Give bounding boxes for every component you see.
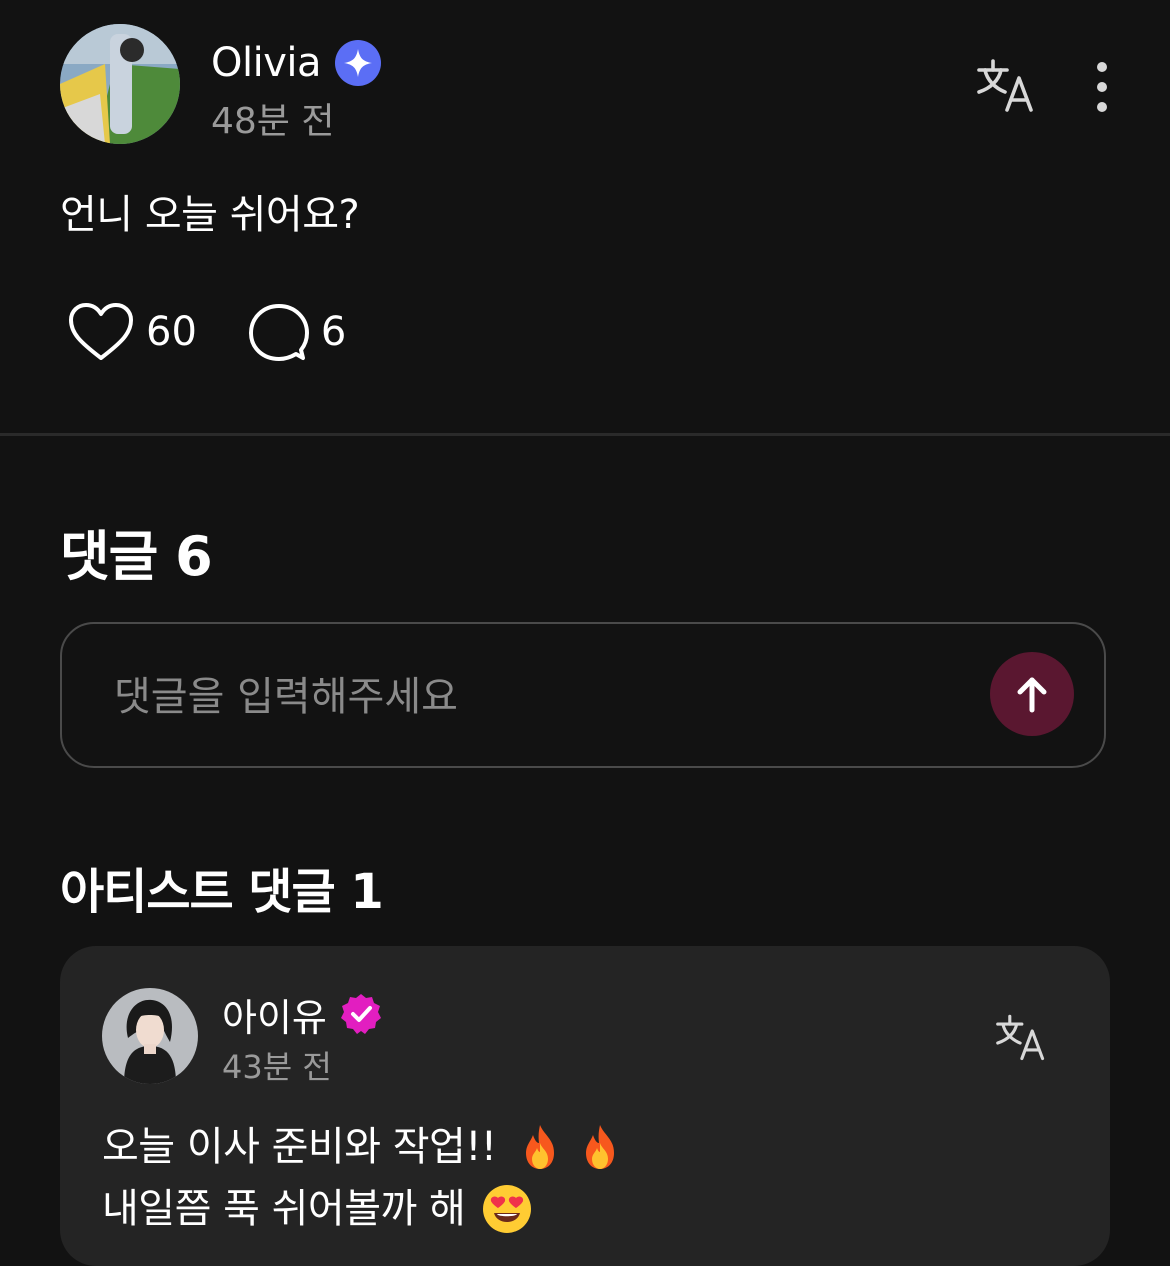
artist-author-block: 아이유 43분 전 <box>222 990 383 1088</box>
comments-title: 댓글 6 <box>60 525 213 588</box>
section-divider <box>0 433 1170 436</box>
like-button[interactable]: 60 <box>66 300 197 364</box>
author-name[interactable]: Olivia <box>211 40 322 86</box>
comment-input-box <box>60 622 1106 768</box>
artist-comments-title: 아티스트 댓글 1 <box>60 864 384 920</box>
comment-input[interactable] <box>112 664 916 730</box>
artist-translate-button[interactable] <box>994 1012 1048 1062</box>
send-comment-button[interactable] <box>990 652 1074 736</box>
sparkle-badge-icon <box>335 40 382 86</box>
post-body: 언니 오늘 쉬어요? <box>60 192 360 238</box>
comment-bubble-icon <box>248 304 309 361</box>
artist-name[interactable]: 아이유 <box>222 987 327 1042</box>
more-options-button[interactable] <box>1086 60 1116 114</box>
author-avatar[interactable] <box>60 24 180 144</box>
post-actions: 60 6 <box>66 300 346 364</box>
translate-icon <box>996 1014 1045 1061</box>
fire-emoji-icon <box>526 1125 555 1169</box>
comment-line-1: 오늘 이사 준비와 작업!! <box>102 1116 626 1178</box>
artist-comment-time: 43분 전 <box>222 1048 332 1086</box>
heart-icon <box>69 303 133 360</box>
comment-line-1-text: 오늘 이사 준비와 작업!! <box>102 1124 497 1170</box>
artist-photo-icon <box>102 988 198 1084</box>
comment-count: 6 <box>320 309 347 355</box>
artist-comment-card[interactable]: 아이유 43분 전 오늘 이사 준비와 작업!! 내일쯤 푹 쉬어볼까 해 <box>60 946 1110 1266</box>
heart-eyes-emoji-icon <box>483 1185 532 1233</box>
comment-line-2-text: 내일쯤 푹 쉬어볼까 해 <box>102 1186 466 1232</box>
author-block: Olivia 48분 전 <box>211 38 382 144</box>
translate-button[interactable] <box>975 56 1037 114</box>
like-count: 60 <box>146 309 197 355</box>
post-header: Olivia 48분 전 <box>60 24 1120 146</box>
more-vertical-icon <box>1097 62 1107 112</box>
check-badge-icon <box>340 994 381 1034</box>
arrow-up-icon <box>1017 677 1047 713</box>
fire-emoji-icon <box>586 1125 615 1169</box>
artist-comment-text: 오늘 이사 준비와 작업!! 내일쯤 푹 쉬어볼까 해 <box>102 1116 626 1240</box>
translate-icon <box>977 59 1033 112</box>
comment-line-2: 내일쯤 푹 쉬어볼까 해 <box>102 1178 626 1240</box>
artist-avatar[interactable] <box>102 988 198 1084</box>
avatar-photo-icon <box>60 24 180 144</box>
post-time: 48분 전 <box>211 101 335 142</box>
comment-button[interactable]: 6 <box>247 300 346 364</box>
